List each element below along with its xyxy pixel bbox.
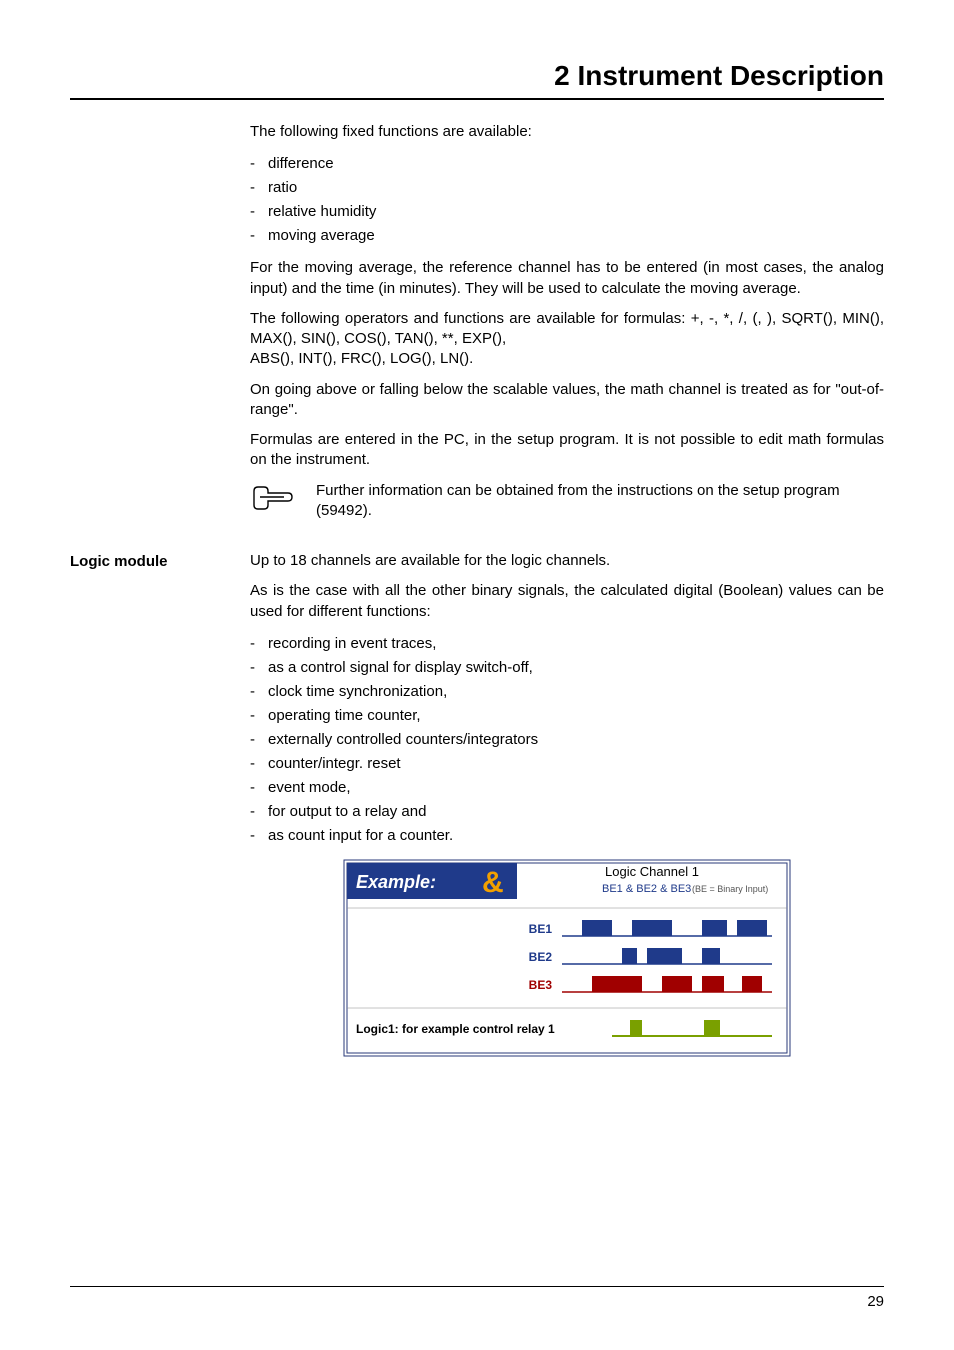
para-out-of-range: On going above or falling below the scal… <box>250 380 884 421</box>
list-item: difference <box>250 152 884 176</box>
list-item: moving average <box>250 224 884 248</box>
intro-text: The following fixed functions are availa… <box>250 122 884 142</box>
result-label: Logic1: for example control relay 1 <box>356 1022 555 1036</box>
section-header: 2 Instrument Description <box>70 60 884 100</box>
chart-subtitle: BE1 & BE2 & BE3 <box>602 883 691 895</box>
fixed-functions-list: difference ratio relative humidity movin… <box>250 152 884 248</box>
para-formulas-pc: Formulas are entered in the PC, in the s… <box>250 430 884 471</box>
para-operators-cont: ABS(), INT(), FRC(), LOG(), LN(). <box>250 349 884 369</box>
list-item: event mode, <box>250 776 884 800</box>
logic-functions-list: recording in event traces, as a control … <box>250 632 884 848</box>
row-label: BE3 <box>529 978 553 992</box>
list-item: for output to a relay and <box>250 800 884 824</box>
note-text: Further information can be obtained from… <box>316 481 884 522</box>
row-label: BE2 <box>529 950 553 964</box>
chart-title: Logic Channel 1 <box>605 864 699 879</box>
and-symbol-icon: & <box>482 866 504 899</box>
list-item: operating time counter, <box>250 704 884 728</box>
para-operators: The following operators and functions ar… <box>250 309 884 350</box>
para-moving-avg: For the moving average, the reference ch… <box>250 258 884 299</box>
chart-subtitle-note: (BE = Binary Input) <box>692 884 768 894</box>
list-item: relative humidity <box>250 200 884 224</box>
side-label-logic: Logic module <box>70 553 230 570</box>
list-item: recording in event traces, <box>250 632 884 656</box>
list-item: as count input for a counter. <box>250 824 884 848</box>
row-label: BE1 <box>529 922 553 936</box>
list-item: clock time synchronization, <box>250 680 884 704</box>
logic-p2: As is the case with all the other binary… <box>250 581 884 622</box>
list-item: ratio <box>250 176 884 200</box>
note-block: Further information can be obtained from… <box>250 481 884 522</box>
list-item: counter/integr. reset <box>250 752 884 776</box>
logic-example-figure: Example: & Logic Channel 1 BE1 & BE2 & B… <box>250 858 884 1058</box>
page-number: 29 <box>70 1286 884 1310</box>
hand-pointing-icon <box>250 483 296 518</box>
list-item: as a control signal for display switch-o… <box>250 656 884 680</box>
list-item: externally controlled counters/integrato… <box>250 728 884 752</box>
logic-p1: Up to 18 channels are available for the … <box>250 551 884 571</box>
example-label: Example: <box>356 872 436 892</box>
